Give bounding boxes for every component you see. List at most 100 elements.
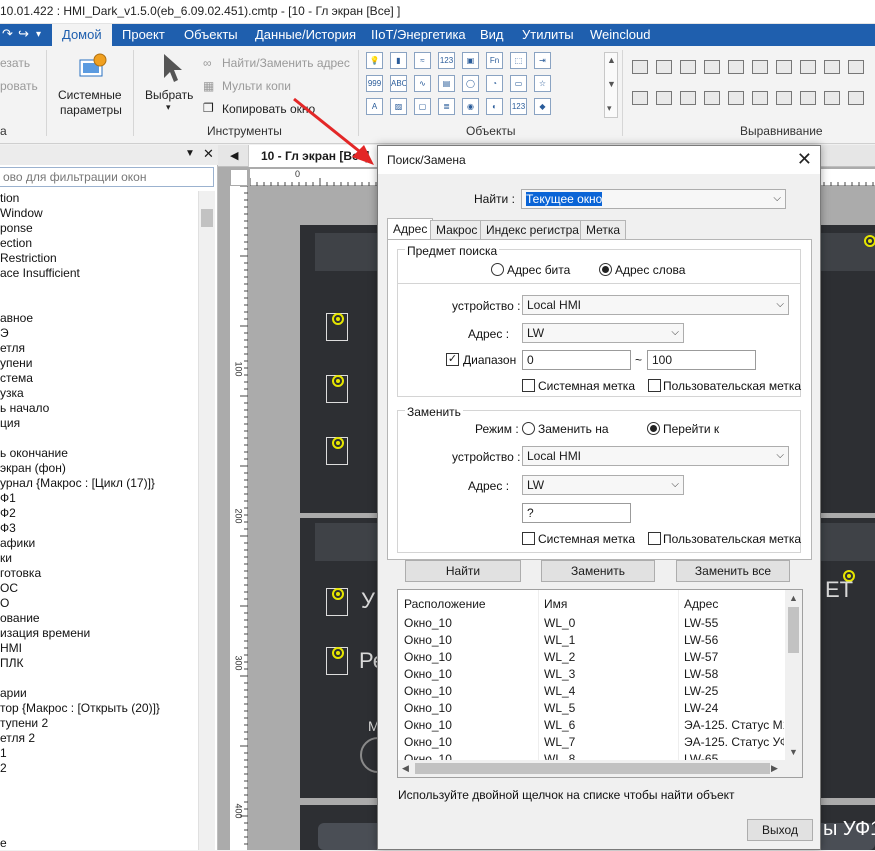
- table-row[interactable]: Окно_10 WL_6 ЭА-125. Статус М1: [398, 717, 785, 734]
- window-list-item[interactable]: HMI: [0, 641, 198, 656]
- window-list-item[interactable]: етля 2: [0, 731, 198, 746]
- system-tag-checkbox[interactable]: [522, 379, 535, 392]
- system-params-icon[interactable]: [78, 52, 108, 82]
- menu-item[interactable]: Утилиты: [512, 24, 584, 46]
- word-address-label[interactable]: Адрес слова: [615, 263, 685, 277]
- window-list-item[interactable]: изация времени: [0, 626, 198, 641]
- window-list-item[interactable]: [0, 431, 198, 446]
- multi-copy-button[interactable]: Мульти копи: [222, 79, 291, 93]
- align-center-icon[interactable]: [656, 91, 672, 105]
- window-list-item[interactable]: Window: [0, 206, 198, 221]
- user-tag-checkbox[interactable]: [648, 379, 661, 392]
- close-icon[interactable]: ✕: [797, 149, 812, 170]
- select-button[interactable]: Выбрать: [145, 88, 193, 102]
- window-list-item[interactable]: ция: [0, 416, 198, 431]
- select-dropdown-icon[interactable]: ▾: [166, 102, 171, 113]
- align-left-icon[interactable]: [632, 60, 648, 74]
- table-row[interactable]: Окно_10 WL_5 LW-24: [398, 700, 785, 717]
- window-list-item[interactable]: [0, 821, 198, 836]
- align-bottom-icon[interactable]: [752, 91, 768, 105]
- system-params-label-1[interactable]: Системные: [58, 88, 122, 102]
- window-list-item[interactable]: [0, 791, 198, 806]
- traffic-icon[interactable]: ▮: [390, 52, 407, 69]
- address-icon[interactable]: ⬚: [510, 52, 527, 69]
- goto-radio[interactable]: [647, 422, 660, 435]
- menu-item[interactable]: Объекты: [174, 24, 248, 46]
- menu-item[interactable]: Вид: [470, 24, 514, 46]
- column-header-name[interactable]: Имя: [544, 597, 567, 611]
- align-top-icon[interactable]: [704, 91, 720, 105]
- gauge-icon[interactable]: ◐: [486, 98, 503, 115]
- display-999-icon[interactable]: 999: [366, 75, 383, 92]
- rectangle-icon[interactable]: ▭: [510, 75, 527, 92]
- results-list[interactable]: Расположение Имя Адрес Окно_10 WL_0 LW-55 О…: [397, 589, 803, 778]
- results-horizontal-scrollbar[interactable]: ◀ ▶: [398, 760, 802, 777]
- table-row[interactable]: Окно_10 WL_1 LW-56: [398, 632, 785, 649]
- distribute-v-icon[interactable]: [800, 91, 816, 105]
- redo-icon[interactable]: ↷: [2, 26, 13, 42]
- numeric2-icon[interactable]: 123: [510, 98, 527, 115]
- window-list-item[interactable]: Ф1: [0, 491, 198, 506]
- window-list-item[interactable]: стема: [0, 371, 198, 386]
- objects-gallery-scroll[interactable]: ▲ ▼ ▾: [604, 52, 618, 118]
- window-list-item[interactable]: [0, 776, 198, 791]
- find-replace-address-button[interactable]: Найти/Заменить адрес: [222, 56, 350, 70]
- table-row[interactable]: Окно_10 WL_2 LW-57: [398, 649, 785, 666]
- window-list-item[interactable]: [0, 671, 198, 686]
- exit-button[interactable]: Выход: [747, 819, 813, 841]
- menu-item[interactable]: Данные/История: [245, 24, 366, 46]
- distribute-h-icon[interactable]: [776, 60, 792, 74]
- window-list-item[interactable]: ection: [0, 236, 198, 251]
- align-center-icon[interactable]: [656, 60, 672, 74]
- window-list-item[interactable]: Restriction: [0, 251, 198, 266]
- window-list-item[interactable]: ПЛК: [0, 656, 198, 671]
- window-list-item[interactable]: е: [0, 836, 198, 851]
- replace-with-label[interactable]: Заменить на: [538, 422, 609, 436]
- column-header-address[interactable]: Адрес: [684, 597, 718, 611]
- distribute-v-icon[interactable]: [800, 60, 816, 74]
- align-right-icon[interactable]: [680, 60, 696, 74]
- column-header-location[interactable]: Расположение: [404, 597, 486, 611]
- star-icon[interactable]: ☆: [534, 75, 551, 92]
- table-row[interactable]: Окно_10 WL_4 LW-25: [398, 683, 785, 700]
- table-row[interactable]: Окно_10 WL_3 LW-58: [398, 666, 785, 683]
- replace-user-tag-checkbox[interactable]: [648, 532, 661, 545]
- table-row[interactable]: Окно_10 WL_0 LW-55: [398, 615, 785, 632]
- window-list-item[interactable]: Э: [0, 326, 198, 341]
- trend-icon[interactable]: ∿: [414, 75, 431, 92]
- range-checkbox[interactable]: ✓: [446, 353, 459, 366]
- system-tag-label[interactable]: Системная метка: [538, 379, 635, 393]
- diamond-icon[interactable]: ◆: [534, 98, 551, 115]
- menu-item[interactable]: Weincloud: [580, 24, 660, 46]
- panel-dropdown-icon[interactable]: ▼: [185, 148, 195, 159]
- menu-item[interactable]: Проект: [112, 24, 175, 46]
- replace-system-tag-checkbox[interactable]: [522, 532, 535, 545]
- range-from-input[interactable]: 0: [522, 350, 631, 370]
- table-icon[interactable]: ▤: [438, 75, 455, 92]
- window-list-item[interactable]: тор {Макрос : [Открыть (20)]}: [0, 701, 198, 716]
- slider-icon[interactable]: ⇥: [534, 52, 551, 69]
- window-list-item[interactable]: готовка: [0, 566, 198, 581]
- bit-address-label[interactable]: Адрес бита: [507, 263, 570, 277]
- window-list-item[interactable]: tion: [0, 191, 198, 206]
- window-list-item[interactable]: афики: [0, 536, 198, 551]
- cut-button[interactable]: езать: [0, 56, 30, 70]
- window-filter-input[interactable]: ово для фильтрации окон: [0, 167, 214, 187]
- window-list-scrollbar[interactable]: [198, 191, 215, 850]
- align-middle-icon[interactable]: [728, 91, 744, 105]
- tab-tag[interactable]: Метка: [580, 220, 627, 240]
- replace-all-button[interactable]: Заменить все: [676, 560, 790, 582]
- window-list-item[interactable]: 2: [0, 761, 198, 776]
- results-vertical-scrollbar[interactable]: ▲ ▼: [785, 590, 802, 761]
- copy-button[interactable]: ровать: [0, 79, 38, 93]
- fn-icon[interactable]: Fn: [486, 52, 503, 69]
- window-list-item[interactable]: узка: [0, 386, 198, 401]
- window-list-item[interactable]: ь окончание: [0, 446, 198, 461]
- numeric-123-icon[interactable]: 123: [438, 52, 455, 69]
- list-icon[interactable]: ≣: [438, 98, 455, 115]
- replace-value-input[interactable]: ?: [522, 503, 631, 523]
- align-top-icon[interactable]: [704, 60, 720, 74]
- align-bottom-icon[interactable]: [752, 60, 768, 74]
- picture-icon[interactable]: ▨: [390, 98, 407, 115]
- window-list-item[interactable]: ки: [0, 551, 198, 566]
